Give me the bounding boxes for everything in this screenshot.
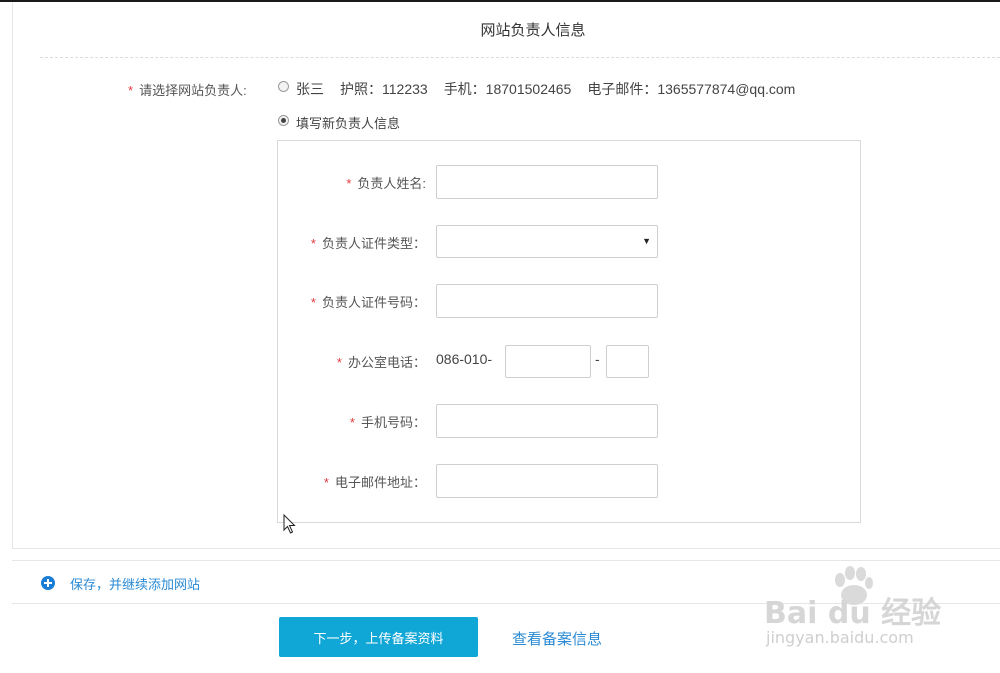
required-mark: * (310, 295, 316, 310)
existing-owner-email: 电子邮件：1365577874@qq.com (587, 81, 796, 97)
owner-name-input[interactable] (436, 165, 658, 199)
id-number-label: * 负责人证件号码： (311, 292, 426, 311)
existing-owner-info: 张三 护照：112233 手机：18701502465 电子邮件：1365577874… (296, 79, 795, 99)
id-type-label: * 负责人证件类型： (311, 233, 426, 252)
office-phone-label: * 办公室电话： (337, 352, 426, 371)
office-phone-label-text: 办公室电话： (347, 355, 426, 370)
watermark-brand: Bai du 经验 (764, 596, 942, 631)
email-label-text: 电子邮件地址： (334, 475, 426, 490)
id-number-label-text: 负责人证件号码： (321, 295, 426, 310)
new-owner-radio[interactable] (278, 115, 289, 126)
id-type-select[interactable]: ▼ (436, 225, 658, 258)
view-record-link[interactable]: 查看备案信息 (512, 628, 602, 649)
top-border (0, 0, 1000, 2)
email-input[interactable] (436, 464, 658, 498)
existing-owner-passport: 护照：112233 (340, 81, 428, 97)
plus-circle-icon[interactable] (41, 576, 55, 590)
chevron-down-icon: ▼ (642, 236, 651, 246)
baidu-jingyan-watermark: Bai du 经验 jingyan.baidu.com (762, 566, 992, 656)
section-divider (40, 57, 1000, 58)
card-bottom-border (12, 548, 1000, 549)
select-owner-label-text: 请选择网站负责人: (139, 83, 247, 98)
watermark-url: jingyan.baidu.com (766, 628, 914, 647)
mobile-label-text: 手机号码： (360, 415, 426, 430)
mouse-cursor-icon (283, 514, 296, 534)
required-mark: * (346, 176, 352, 191)
section-title: 网站负责人信息 (480, 22, 586, 39)
email-label: * 电子邮件地址： (324, 472, 426, 491)
required-mark: * (323, 475, 329, 490)
owner-name-label: * 负责人姓名: (346, 173, 426, 192)
office-phone-extension-input[interactable] (606, 345, 649, 378)
existing-owner-radio[interactable] (278, 81, 289, 92)
required-mark: * (336, 355, 342, 370)
required-mark: * (310, 236, 316, 251)
office-phone-number-input[interactable] (505, 345, 591, 378)
required-mark: * (349, 415, 355, 430)
existing-owner-phone: 手机：18701502465 (443, 81, 572, 97)
office-phone-separator: - (595, 351, 600, 367)
mobile-label: * 手机号码： (350, 412, 426, 431)
office-phone-prefix: 086-010- (436, 351, 493, 367)
existing-owner-name: 张三 (296, 81, 324, 97)
owner-name-label-text: 负责人姓名: (357, 176, 426, 191)
mobile-input[interactable] (436, 404, 658, 438)
id-type-label-text: 负责人证件类型： (321, 236, 426, 251)
next-step-button[interactable]: 下一步，上传备案资料 (279, 617, 478, 657)
save-continue-link[interactable]: 保存，并继续添加网站 (70, 574, 200, 593)
id-number-input[interactable] (436, 284, 658, 318)
required-mark: * (128, 83, 134, 98)
new-owner-label: 填写新负责人信息 (296, 116, 401, 131)
card-left-border (12, 2, 13, 548)
select-owner-label: * 请选择网站负责人: (128, 80, 247, 99)
